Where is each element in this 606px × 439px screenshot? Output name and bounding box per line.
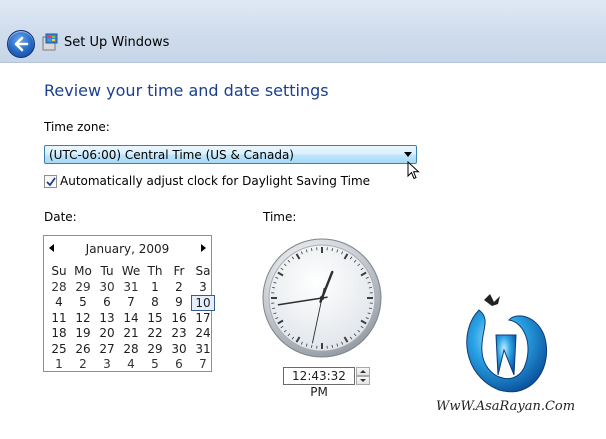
calendar-day[interactable]: 11	[47, 311, 71, 327]
calendar-day[interactable]: 21	[119, 326, 143, 342]
calendar-day[interactable]: 17	[191, 311, 215, 327]
calendar-day[interactable]: 16	[167, 311, 191, 327]
dst-checkbox[interactable]	[44, 175, 57, 188]
weekday-header: Tu	[100, 264, 114, 278]
page-heading: Review your time and date settings	[44, 81, 329, 100]
calendar-day[interactable]: 8	[143, 295, 167, 311]
calendar-day[interactable]: 4	[47, 295, 71, 311]
dst-label[interactable]: Automatically adjust clock for Daylight …	[60, 174, 370, 188]
time-zone-dropdown[interactable]: (UTC-06:00) Central Time (US & Canada)	[44, 145, 417, 164]
calendar-week-row: 28 29 30 31 1 2 3	[47, 280, 215, 296]
weekday-header: Sa	[195, 264, 211, 278]
time-input[interactable]: 12:43:32 PM	[283, 367, 355, 399]
calendar-day[interactable]: 29	[71, 280, 95, 296]
calendar-day[interactable]: 20	[95, 326, 119, 342]
calendar-day[interactable]: 30	[167, 342, 191, 358]
calendar-day[interactable]: 25	[47, 342, 71, 358]
weekday-header-row: Su Mo Tu We Th Fr Sa	[47, 264, 215, 280]
calendar-day-selected[interactable]: 10	[191, 295, 215, 311]
calendar-day[interactable]: 5	[143, 357, 167, 373]
weekday-header: We	[121, 264, 141, 278]
spin-up-icon	[360, 370, 366, 373]
time-increment-button[interactable]	[356, 367, 370, 376]
calendar-week-row: 18 19 20 21 22 23 24	[47, 326, 215, 342]
spin-down-icon	[360, 379, 366, 382]
calendar-day[interactable]: 27	[95, 342, 119, 358]
calendar-grid: Su Mo Tu We Th Fr Sa 28 29 30 31 1 2 3 4 5 6 7 8 9 10…	[47, 264, 215, 373]
calendar-day[interactable]: 2	[71, 357, 95, 373]
calendar-week-row: 1234567	[47, 357, 215, 373]
window-title: Set Up Windows	[64, 35, 170, 50]
calendar-day[interactable]: 2	[167, 280, 191, 296]
calendar-day[interactable]: 28	[47, 280, 71, 296]
calendar-day[interactable]: 13	[95, 311, 119, 327]
calendar-day[interactable]: 26	[71, 342, 95, 358]
calendar-day[interactable]: 3	[191, 280, 215, 296]
calendar-day[interactable]: 28	[119, 342, 143, 358]
clock-center	[319, 295, 325, 301]
calendar-day[interactable]: 18	[47, 326, 71, 342]
calendar-day[interactable]: 7	[119, 295, 143, 311]
calendar-day[interactable]: 23	[167, 326, 191, 342]
weekday-header: Mo	[74, 264, 92, 278]
calendar-weeks: 28 29 30 31 1 2 3 4 5 6 7 8 9 10 11 12 13 14 15 16 17 18 19 20 2…	[47, 280, 215, 373]
next-month-arrow-icon[interactable]	[201, 244, 206, 252]
calendar-week-row: 11 12 13 14 15 16 17	[47, 311, 215, 327]
calendar-day[interactable]: 9	[167, 295, 191, 311]
calendar-day[interactable]: 29	[143, 342, 167, 358]
calendar-day[interactable]: 4	[119, 357, 143, 373]
time-decrement-button[interactable]	[356, 376, 370, 385]
calendar-day[interactable]: 22	[143, 326, 167, 342]
weekday-header: Su	[51, 264, 67, 278]
calendar-day[interactable]: 12	[71, 311, 95, 327]
watermark-text: WwW.AsaRayan.Com	[436, 399, 576, 414]
asarayan-logo	[466, 294, 548, 393]
calendar-month-title[interactable]: January, 2009	[44, 242, 211, 256]
weekday-header: Fr	[173, 264, 185, 278]
back-arrow-icon	[14, 36, 29, 52]
calendar-day[interactable]: 24	[191, 326, 215, 342]
weekday-header: Th	[147, 264, 163, 278]
mouse-pointer-icon	[407, 161, 420, 180]
checkmark-icon	[46, 177, 56, 187]
calendar-day[interactable]: 6	[167, 357, 191, 373]
calendar-day[interactable]: 6	[95, 295, 119, 311]
calendar-day[interactable]: 31	[119, 280, 143, 296]
dropdown-arrow-icon[interactable]	[404, 152, 412, 157]
time-zone-label: Time zone:	[44, 120, 110, 134]
setup-windows-icon	[42, 33, 58, 51]
calendar-day[interactable]: 1	[47, 357, 71, 373]
calendar-day[interactable]: 19	[71, 326, 95, 342]
back-button[interactable]	[7, 30, 35, 58]
calendar-day[interactable]: 7	[191, 357, 215, 373]
calendar-week-row: 25 26 27 28 29 30 31	[47, 342, 215, 358]
calendar-day[interactable]: 14	[119, 311, 143, 327]
time-label: Time:	[263, 210, 297, 224]
date-label: Date:	[44, 210, 77, 224]
time-zone-selected-value: (UTC-06:00) Central Time (US & Canada)	[49, 148, 294, 162]
calendar-week-row: 4 5 6 7 8 9 10	[47, 295, 215, 311]
analog-clock	[262, 238, 382, 358]
content-area: Review your time and date settings Time …	[0, 63, 606, 439]
title-bar: Set Up Windows	[0, 0, 606, 63]
calendar-day[interactable]: 5	[71, 295, 95, 311]
calendar-day[interactable]: 15	[143, 311, 167, 327]
calendar-day[interactable]: 3	[95, 357, 119, 373]
calendar-day[interactable]: 1	[143, 280, 167, 296]
calendar-day[interactable]: 31	[191, 342, 215, 358]
date-calendar[interactable]: January, 2009 Su Mo Tu We Th Fr Sa 28 29 3…	[43, 235, 215, 373]
calendar-day[interactable]: 30	[95, 280, 119, 296]
